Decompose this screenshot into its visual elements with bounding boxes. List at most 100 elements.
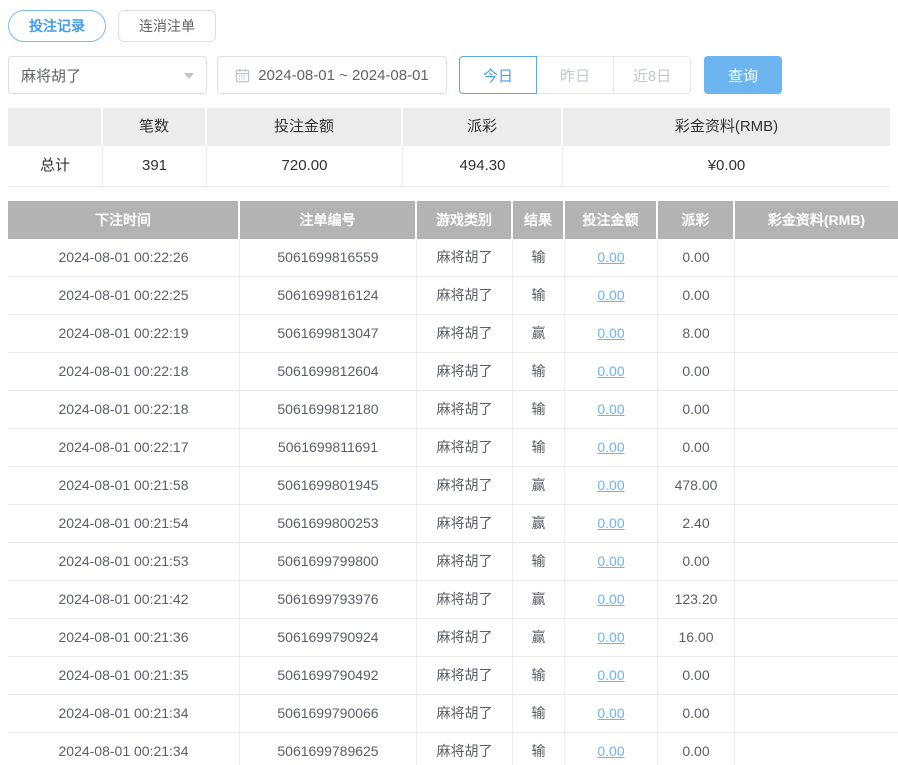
bet-amount-link[interactable]: 0.00 bbox=[597, 515, 624, 531]
cell-bet-time: 2024-08-01 00:21:42 bbox=[8, 581, 240, 618]
cell-bonus bbox=[735, 239, 898, 276]
query-button[interactable]: 查询 bbox=[704, 56, 782, 94]
cell-bonus bbox=[735, 315, 898, 352]
summary-total-label: 总计 bbox=[8, 146, 103, 186]
cell-game-type: 麻将胡了 bbox=[417, 733, 513, 765]
cell-result: 赢 bbox=[513, 315, 565, 352]
cell-bet-time: 2024-08-01 00:22:26 bbox=[8, 239, 240, 276]
cell-bet-amount: 0.00 bbox=[565, 695, 658, 732]
cell-bonus bbox=[735, 429, 898, 466]
cell-order-id: 5061699812604 bbox=[240, 353, 417, 390]
top-tabs: 投注记录 连消注单 bbox=[8, 10, 890, 42]
table-row: 2024-08-01 00:21:34 5061699789625 麻将胡了 输… bbox=[8, 733, 898, 765]
last-8-days-button[interactable]: 近8日 bbox=[613, 56, 691, 94]
filter-bar: 麻将胡了 2024-08-01 ~ 2024-08-01 今日 昨日 近8日 查… bbox=[8, 56, 890, 94]
cell-game-type: 麻将胡了 bbox=[417, 353, 513, 390]
cell-game-type: 麻将胡了 bbox=[417, 277, 513, 314]
cell-bet-time: 2024-08-01 00:22:17 bbox=[8, 429, 240, 466]
cell-game-type: 麻将胡了 bbox=[417, 429, 513, 466]
bet-amount-link[interactable]: 0.00 bbox=[597, 287, 624, 303]
cell-result: 输 bbox=[513, 733, 565, 765]
cell-payout: 0.00 bbox=[658, 657, 735, 694]
cell-result: 输 bbox=[513, 695, 565, 732]
cell-payout: 0.00 bbox=[658, 391, 735, 428]
cell-bonus bbox=[735, 695, 898, 732]
bet-amount-link[interactable]: 0.00 bbox=[597, 705, 624, 721]
cell-payout: 0.00 bbox=[658, 695, 735, 732]
cell-bonus bbox=[735, 277, 898, 314]
cell-order-id: 5061699813047 bbox=[240, 315, 417, 352]
table-row: 2024-08-01 00:21:36 5061699790924 麻将胡了 赢… bbox=[8, 619, 898, 657]
game-select[interactable]: 麻将胡了 bbox=[8, 56, 207, 94]
cell-result: 输 bbox=[513, 239, 565, 276]
chevron-down-icon bbox=[184, 73, 194, 79]
table-row: 2024-08-01 00:22:18 5061699812180 麻将胡了 输… bbox=[8, 391, 898, 429]
cell-game-type: 麻将胡了 bbox=[417, 467, 513, 504]
bet-amount-link[interactable]: 0.00 bbox=[597, 743, 624, 759]
cell-bonus bbox=[735, 467, 898, 504]
cell-bet-amount: 0.00 bbox=[565, 581, 658, 618]
header-bet-amount: 投注金额 bbox=[565, 201, 658, 239]
summary-total-payout: 494.30 bbox=[403, 146, 563, 186]
cell-bet-amount: 0.00 bbox=[565, 315, 658, 352]
summary-total-bet-amount: 720.00 bbox=[207, 146, 403, 186]
cell-bonus bbox=[735, 543, 898, 580]
cell-bonus bbox=[735, 619, 898, 656]
cell-payout: 0.00 bbox=[658, 277, 735, 314]
cell-payout: 0.00 bbox=[658, 543, 735, 580]
bet-amount-link[interactable]: 0.00 bbox=[597, 401, 624, 417]
date-range-input[interactable]: 2024-08-01 ~ 2024-08-01 bbox=[217, 56, 447, 94]
records-header-row: 下注时间 注单编号 游戏类别 结果 投注金额 派彩 彩金资料(RMB) bbox=[8, 201, 898, 239]
cell-payout: 123.20 bbox=[658, 581, 735, 618]
cell-bet-time: 2024-08-01 00:21:34 bbox=[8, 695, 240, 732]
bet-amount-link[interactable]: 0.00 bbox=[597, 629, 624, 645]
cell-game-type: 麻将胡了 bbox=[417, 505, 513, 542]
cell-game-type: 麻将胡了 bbox=[417, 695, 513, 732]
bet-amount-link[interactable]: 0.00 bbox=[597, 553, 624, 569]
table-row: 2024-08-01 00:21:58 5061699801945 麻将胡了 赢… bbox=[8, 467, 898, 505]
cell-result: 赢 bbox=[513, 619, 565, 656]
tab-betting-records[interactable]: 投注记录 bbox=[8, 10, 106, 42]
summary-table: 笔数 投注金额 派彩 彩金资料(RMB) 总计 391 720.00 494.3… bbox=[8, 108, 890, 187]
bet-amount-link[interactable]: 0.00 bbox=[597, 249, 624, 265]
summary-header-bet-amount: 投注金额 bbox=[207, 108, 403, 146]
summary-header-payout: 派彩 bbox=[403, 108, 563, 146]
cell-bet-amount: 0.00 bbox=[565, 733, 658, 765]
bet-amount-link[interactable]: 0.00 bbox=[597, 363, 624, 379]
cell-bet-time: 2024-08-01 00:22:25 bbox=[8, 277, 240, 314]
cell-bet-time: 2024-08-01 00:22:18 bbox=[8, 353, 240, 390]
cell-payout: 478.00 bbox=[658, 467, 735, 504]
header-order-id: 注单编号 bbox=[240, 201, 417, 239]
table-body: 2024-08-01 00:22:26 5061699816559 麻将胡了 输… bbox=[8, 239, 898, 765]
yesterday-button[interactable]: 昨日 bbox=[536, 56, 614, 94]
bet-amount-link[interactable]: 0.00 bbox=[597, 667, 624, 683]
cell-order-id: 5061699801945 bbox=[240, 467, 417, 504]
today-button[interactable]: 今日 bbox=[459, 56, 537, 94]
cell-bet-amount: 0.00 bbox=[565, 277, 658, 314]
bet-amount-link[interactable]: 0.00 bbox=[597, 439, 624, 455]
cell-game-type: 麻将胡了 bbox=[417, 391, 513, 428]
cell-bet-time: 2024-08-01 00:21:35 bbox=[8, 657, 240, 694]
cell-payout: 2.40 bbox=[658, 505, 735, 542]
cell-bet-time: 2024-08-01 00:21:58 bbox=[8, 467, 240, 504]
tab-cancelled-orders[interactable]: 连消注单 bbox=[118, 10, 216, 42]
cell-payout: 0.00 bbox=[658, 239, 735, 276]
bet-amount-link[interactable]: 0.00 bbox=[597, 477, 624, 493]
summary-header-empty bbox=[8, 108, 103, 146]
cell-payout: 0.00 bbox=[658, 353, 735, 390]
cell-payout: 0.00 bbox=[658, 429, 735, 466]
summary-total-row: 总计 391 720.00 494.30 ¥0.00 bbox=[8, 146, 890, 187]
bet-amount-link[interactable]: 0.00 bbox=[597, 325, 624, 341]
cell-game-type: 麻将胡了 bbox=[417, 543, 513, 580]
bet-amount-link[interactable]: 0.00 bbox=[597, 591, 624, 607]
cell-game-type: 麻将胡了 bbox=[417, 619, 513, 656]
cell-bet-time: 2024-08-01 00:21:36 bbox=[8, 619, 240, 656]
cell-bonus bbox=[735, 581, 898, 618]
cell-order-id: 5061699811691 bbox=[240, 429, 417, 466]
cell-bet-amount: 0.00 bbox=[565, 429, 658, 466]
cell-game-type: 麻将胡了 bbox=[417, 657, 513, 694]
table-row: 2024-08-01 00:21:42 5061699793976 麻将胡了 赢… bbox=[8, 581, 898, 619]
table-row: 2024-08-01 00:21:54 5061699800253 麻将胡了 赢… bbox=[8, 505, 898, 543]
summary-header-row: 笔数 投注金额 派彩 彩金资料(RMB) bbox=[8, 108, 890, 146]
quick-date-button-group: 今日 昨日 近8日 bbox=[459, 56, 691, 94]
